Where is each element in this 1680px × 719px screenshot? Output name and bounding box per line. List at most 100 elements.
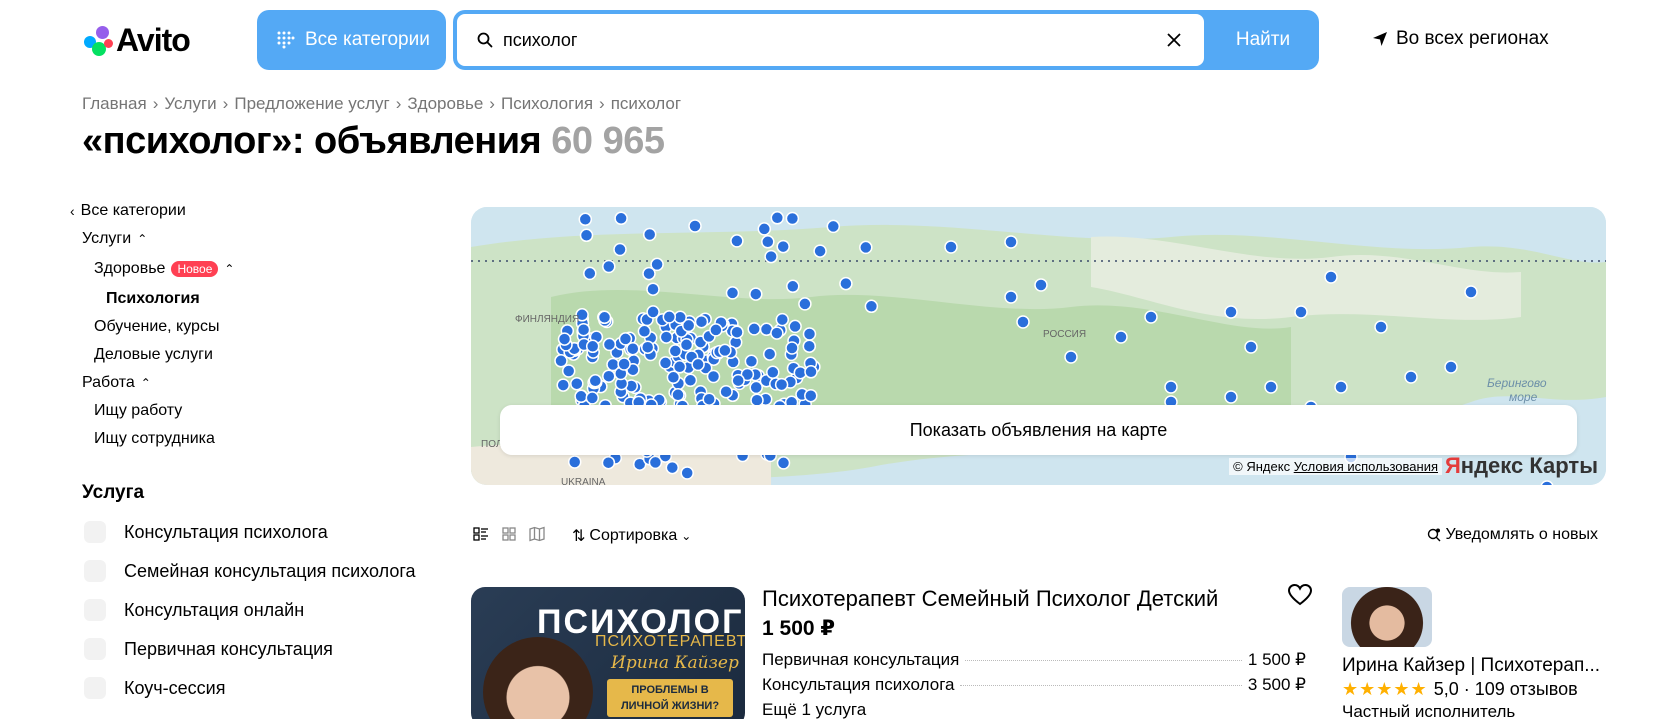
map-marker[interactable]: [725, 286, 740, 300]
sidebar-item-health[interactable]: Здоровье Новое ⌃: [94, 260, 234, 278]
map-marker[interactable]: [804, 388, 818, 403]
breadcrumb-item[interactable]: Предложение услуг: [234, 94, 389, 114]
more-services-link[interactable]: Ещё 1 услуга: [762, 700, 866, 719]
grid-view-icon[interactable]: [501, 526, 517, 542]
map-marker[interactable]: [1064, 350, 1078, 364]
map-marker[interactable]: [694, 314, 709, 329]
map-marker[interactable]: [761, 235, 775, 249]
map-marker[interactable]: [662, 310, 677, 324]
map-marker[interactable]: [658, 356, 673, 370]
map-marker[interactable]: [576, 322, 591, 337]
map-marker[interactable]: [730, 325, 744, 339]
map-marker[interactable]: [785, 211, 800, 226]
favorite-heart-icon[interactable]: [1288, 584, 1312, 606]
region-selector[interactable]: Во всех регионах: [1372, 28, 1549, 50]
map-marker[interactable]: [1016, 315, 1030, 329]
show-on-map-button[interactable]: Показать объявления на карте: [500, 405, 1577, 455]
map-marker[interactable]: [785, 341, 799, 355]
sidebar-item-business[interactable]: Деловые услуги: [94, 346, 213, 364]
checkbox[interactable]: [84, 599, 106, 621]
map-marker[interactable]: [680, 466, 694, 480]
map-preview[interactable]: ФИНЛЯНДИЯ РОССИЯ Берингово море UKRAINA …: [471, 207, 1606, 485]
sidebar-item-education[interactable]: Обучение, курсы: [94, 318, 219, 336]
list-view-icon[interactable]: [473, 526, 489, 542]
sidebar-item-work[interactable]: Работа ⌃: [82, 374, 151, 392]
map-marker[interactable]: [617, 357, 631, 371]
map-marker[interactable]: [583, 266, 597, 281]
map-marker[interactable]: [659, 330, 674, 344]
map-marker[interactable]: [762, 347, 777, 361]
map-marker[interactable]: [839, 276, 853, 291]
map-marker[interactable]: [642, 227, 657, 242]
map-marker[interactable]: [1114, 330, 1128, 344]
map-marker[interactable]: [1144, 310, 1158, 324]
seller-avatar[interactable]: [1342, 587, 1432, 647]
map-marker[interactable]: [813, 244, 827, 258]
map-marker[interactable]: [567, 455, 582, 469]
breadcrumb-item[interactable]: Главная: [82, 94, 147, 114]
map-marker[interactable]: [1224, 305, 1238, 319]
map-marker[interactable]: [718, 343, 732, 358]
map-marker[interactable]: [702, 392, 716, 406]
map-marker[interactable]: [802, 327, 817, 341]
map-marker[interactable]: [585, 391, 600, 405]
map-marker[interactable]: [570, 376, 584, 391]
map-marker[interactable]: [744, 354, 759, 369]
filter-option[interactable]: Первичная консультация: [84, 638, 333, 660]
map-marker[interactable]: [770, 326, 784, 340]
map-marker[interactable]: [646, 305, 660, 319]
map-marker[interactable]: [730, 234, 744, 248]
map-marker[interactable]: [1224, 390, 1238, 404]
map-view-icon[interactable]: [529, 526, 545, 542]
sidebar-item-find-employee[interactable]: Ищу сотрудника: [94, 430, 215, 448]
checkbox[interactable]: [84, 521, 106, 543]
map-marker[interactable]: [826, 219, 841, 234]
seller-rating[interactable]: ★★★★★ 5,0 · 109 отзывов: [1342, 679, 1578, 700]
map-marker[interactable]: [747, 322, 761, 336]
map-marker[interactable]: [666, 370, 681, 385]
listing-image[interactable]: ПСИХОЛОГ ПСИХОТЕРАПЕВТ Ирина Кайзер ПРОБ…: [471, 587, 745, 719]
checkbox[interactable]: [84, 638, 106, 660]
checkbox[interactable]: [84, 677, 106, 699]
map-marker[interactable]: [749, 287, 763, 301]
filter-option[interactable]: Коуч-сессия: [84, 677, 225, 699]
map-marker[interactable]: [585, 339, 600, 354]
filter-option[interactable]: Консультация онлайн: [84, 599, 304, 621]
checkbox[interactable]: [84, 560, 106, 582]
map-marker[interactable]: [613, 242, 627, 257]
map-marker[interactable]: [764, 249, 778, 264]
map-marker[interactable]: [602, 337, 617, 352]
map-marker[interactable]: [709, 323, 723, 337]
map-marker[interactable]: [614, 211, 628, 226]
map-marker[interactable]: [579, 228, 594, 243]
map-marker[interactable]: [1324, 270, 1338, 284]
listing-title[interactable]: Психотерапевт Семейный Психолог Детский: [762, 586, 1218, 612]
map-marker[interactable]: [679, 338, 694, 352]
map-terms-link[interactable]: Условия использования: [1294, 459, 1438, 474]
map-marker[interactable]: [766, 365, 780, 380]
notify-new-button[interactable]: Уведомлять о новых: [1427, 526, 1598, 544]
map-marker[interactable]: [601, 455, 616, 470]
map-marker[interactable]: [1374, 320, 1388, 334]
map-marker[interactable]: [788, 319, 802, 334]
map-marker[interactable]: [665, 460, 680, 475]
map-marker[interactable]: [804, 365, 818, 379]
search-input[interactable]: [503, 29, 1143, 51]
map-marker[interactable]: [776, 456, 791, 470]
map-marker[interactable]: [688, 219, 702, 233]
map-marker[interactable]: [574, 389, 588, 404]
map-marker[interactable]: [859, 240, 873, 255]
sidebar-all-categories[interactable]: ‹ Все категории: [70, 202, 186, 220]
filter-option[interactable]: Консультация психолога: [84, 521, 328, 543]
map-marker[interactable]: [602, 259, 616, 274]
map-marker[interactable]: [1444, 360, 1458, 374]
map-marker[interactable]: [1004, 290, 1018, 304]
avito-logo[interactable]: Avito: [82, 22, 191, 58]
all-categories-button[interactable]: Все категории: [257, 10, 446, 70]
map-marker[interactable]: [671, 388, 685, 402]
map-marker[interactable]: [944, 240, 958, 254]
breadcrumb-item[interactable]: Услуги: [164, 94, 216, 114]
map-marker[interactable]: [770, 211, 785, 225]
map-marker[interactable]: [786, 279, 800, 294]
map-marker[interactable]: [1164, 380, 1178, 394]
